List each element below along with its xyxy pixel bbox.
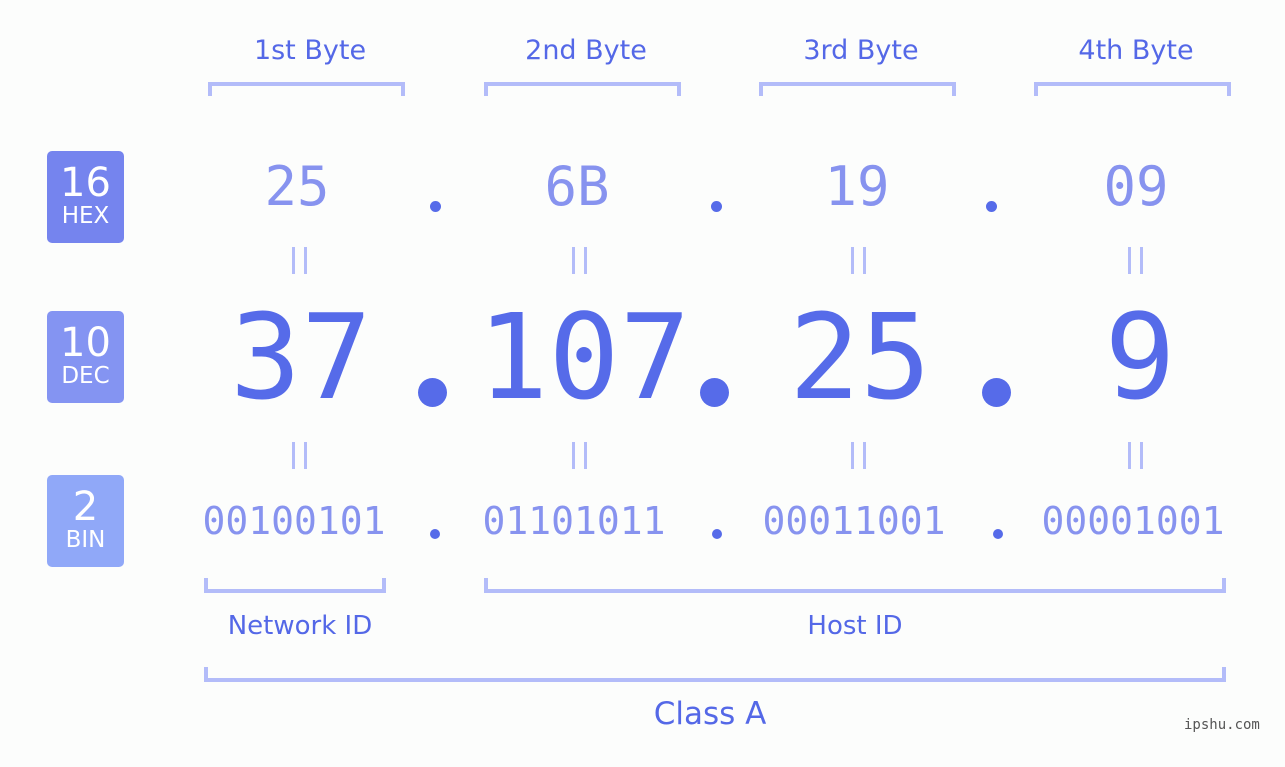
byte-header-4: 4th Byte — [1078, 35, 1194, 66]
dec-badge-label: DEC — [61, 363, 110, 389]
watermark: ipshu.com — [1184, 717, 1260, 733]
dec-separator-dot-3 — [982, 378, 1011, 407]
equals-icon — [291, 247, 308, 274]
dec-octet-2: 107 — [477, 288, 691, 426]
bin-badge-number: 2 — [72, 484, 99, 530]
bin-octet-2: 01101011 — [482, 499, 666, 543]
equals-icon — [850, 247, 867, 274]
byte-bracket-4 — [1034, 82, 1231, 96]
bin-separator-dot-1 — [430, 529, 440, 539]
hex-separator-dot-2 — [711, 201, 722, 212]
equals-icon — [291, 442, 308, 469]
hex-separator-dot-3 — [986, 201, 997, 212]
bin-badge: 2 BIN — [47, 475, 124, 567]
bin-octet-1: 00100101 — [202, 499, 386, 543]
bin-separator-dot-3 — [993, 529, 1003, 539]
bin-badge-label: BIN — [65, 527, 106, 553]
hex-octet-3: 19 — [824, 155, 890, 218]
equals-icon — [850, 442, 867, 469]
hex-badge-label: HEX — [61, 203, 110, 229]
hex-octet-4: 09 — [1103, 155, 1169, 218]
network-id-bracket — [204, 578, 386, 593]
byte-bracket-2 — [484, 82, 681, 96]
host-id-bracket — [484, 578, 1226, 593]
equals-icon — [1127, 442, 1144, 469]
hex-separator-dot-1 — [430, 201, 441, 212]
hex-octet-1: 25 — [264, 155, 330, 218]
equals-icon — [571, 442, 588, 469]
dec-separator-dot-2 — [700, 378, 729, 407]
equals-icon — [1127, 247, 1144, 274]
byte-bracket-3 — [759, 82, 956, 96]
network-id-label: Network ID — [227, 611, 373, 641]
dec-badge: 10 DEC — [47, 311, 124, 403]
hex-octet-2: 6B — [544, 155, 610, 218]
byte-bracket-1 — [208, 82, 405, 96]
hex-badge-number: 16 — [60, 160, 111, 206]
host-id-label: Host ID — [807, 611, 903, 641]
bin-octet-4: 00001001 — [1041, 499, 1225, 543]
equals-icon — [571, 247, 588, 274]
bin-separator-dot-2 — [712, 529, 722, 539]
dec-badge-number: 10 — [60, 320, 111, 366]
class-label: Class A — [653, 696, 767, 732]
bin-octet-3: 00011001 — [762, 499, 946, 543]
dec-octet-4: 9 — [1104, 288, 1176, 426]
byte-header-2: 2nd Byte — [525, 35, 647, 66]
class-bracket — [204, 667, 1226, 682]
dec-separator-dot-1 — [418, 378, 447, 407]
dec-octet-1: 37 — [229, 288, 373, 426]
byte-header-3: 3rd Byte — [803, 35, 919, 66]
byte-header-1: 1st Byte — [253, 35, 367, 66]
hex-badge: 16 HEX — [47, 151, 124, 243]
dec-octet-3: 25 — [788, 288, 932, 426]
